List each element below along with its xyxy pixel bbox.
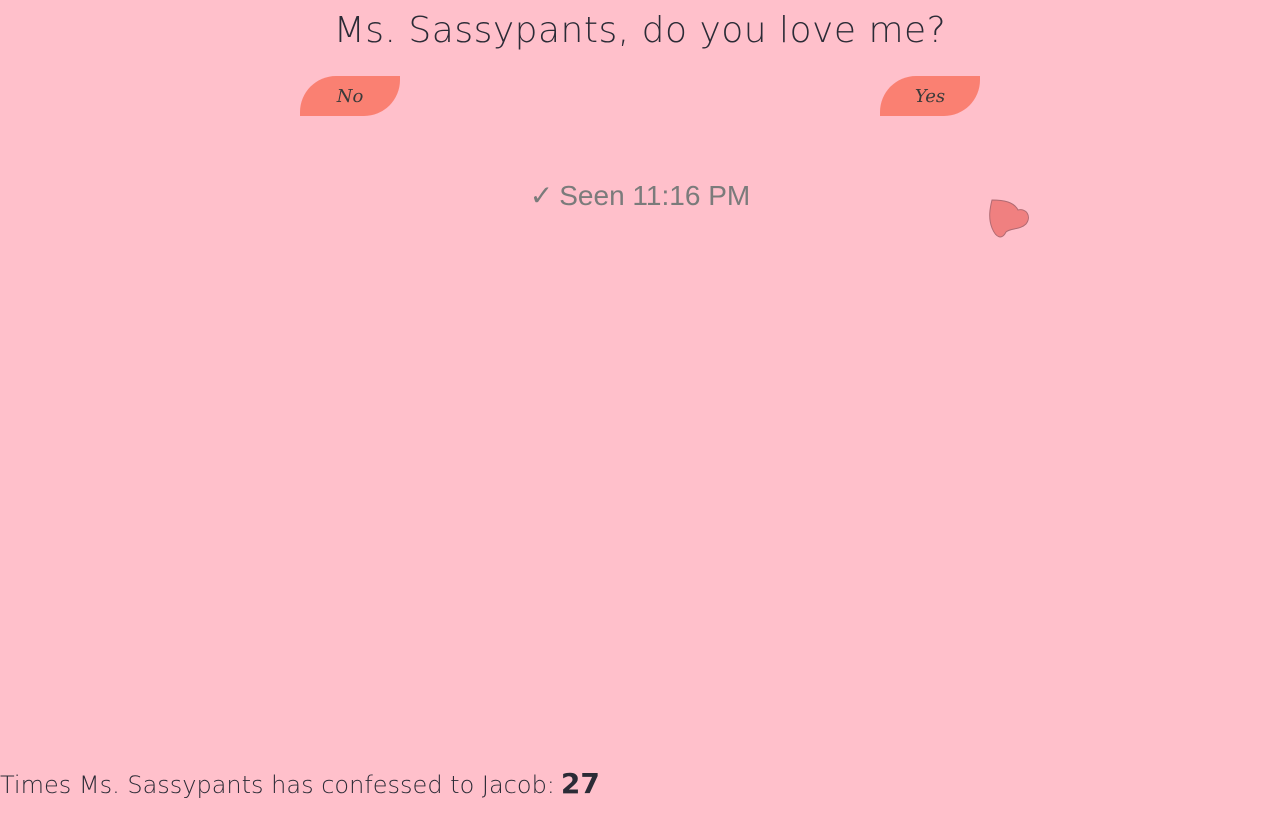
checkmark-icon: ✓ bbox=[529, 180, 554, 211]
confession-counter-label: Times Ms. Sassypants has confessed to Ja… bbox=[0, 771, 555, 799]
heart-icon bbox=[989, 199, 1029, 238]
seen-status: ✓ Seen 11:16 PM bbox=[0, 176, 1280, 216]
page-title: Ms. Sassypants, do you love me? bbox=[333, 10, 947, 51]
no-button[interactable]: No bbox=[300, 76, 400, 116]
confession-counter: Times Ms. Sassypants has confessed to Ja… bbox=[0, 764, 600, 805]
yes-button[interactable]: Yes bbox=[880, 76, 980, 116]
seen-status-text: Seen 11:16 PM bbox=[559, 180, 751, 211]
confession-count: 27 bbox=[560, 767, 600, 800]
